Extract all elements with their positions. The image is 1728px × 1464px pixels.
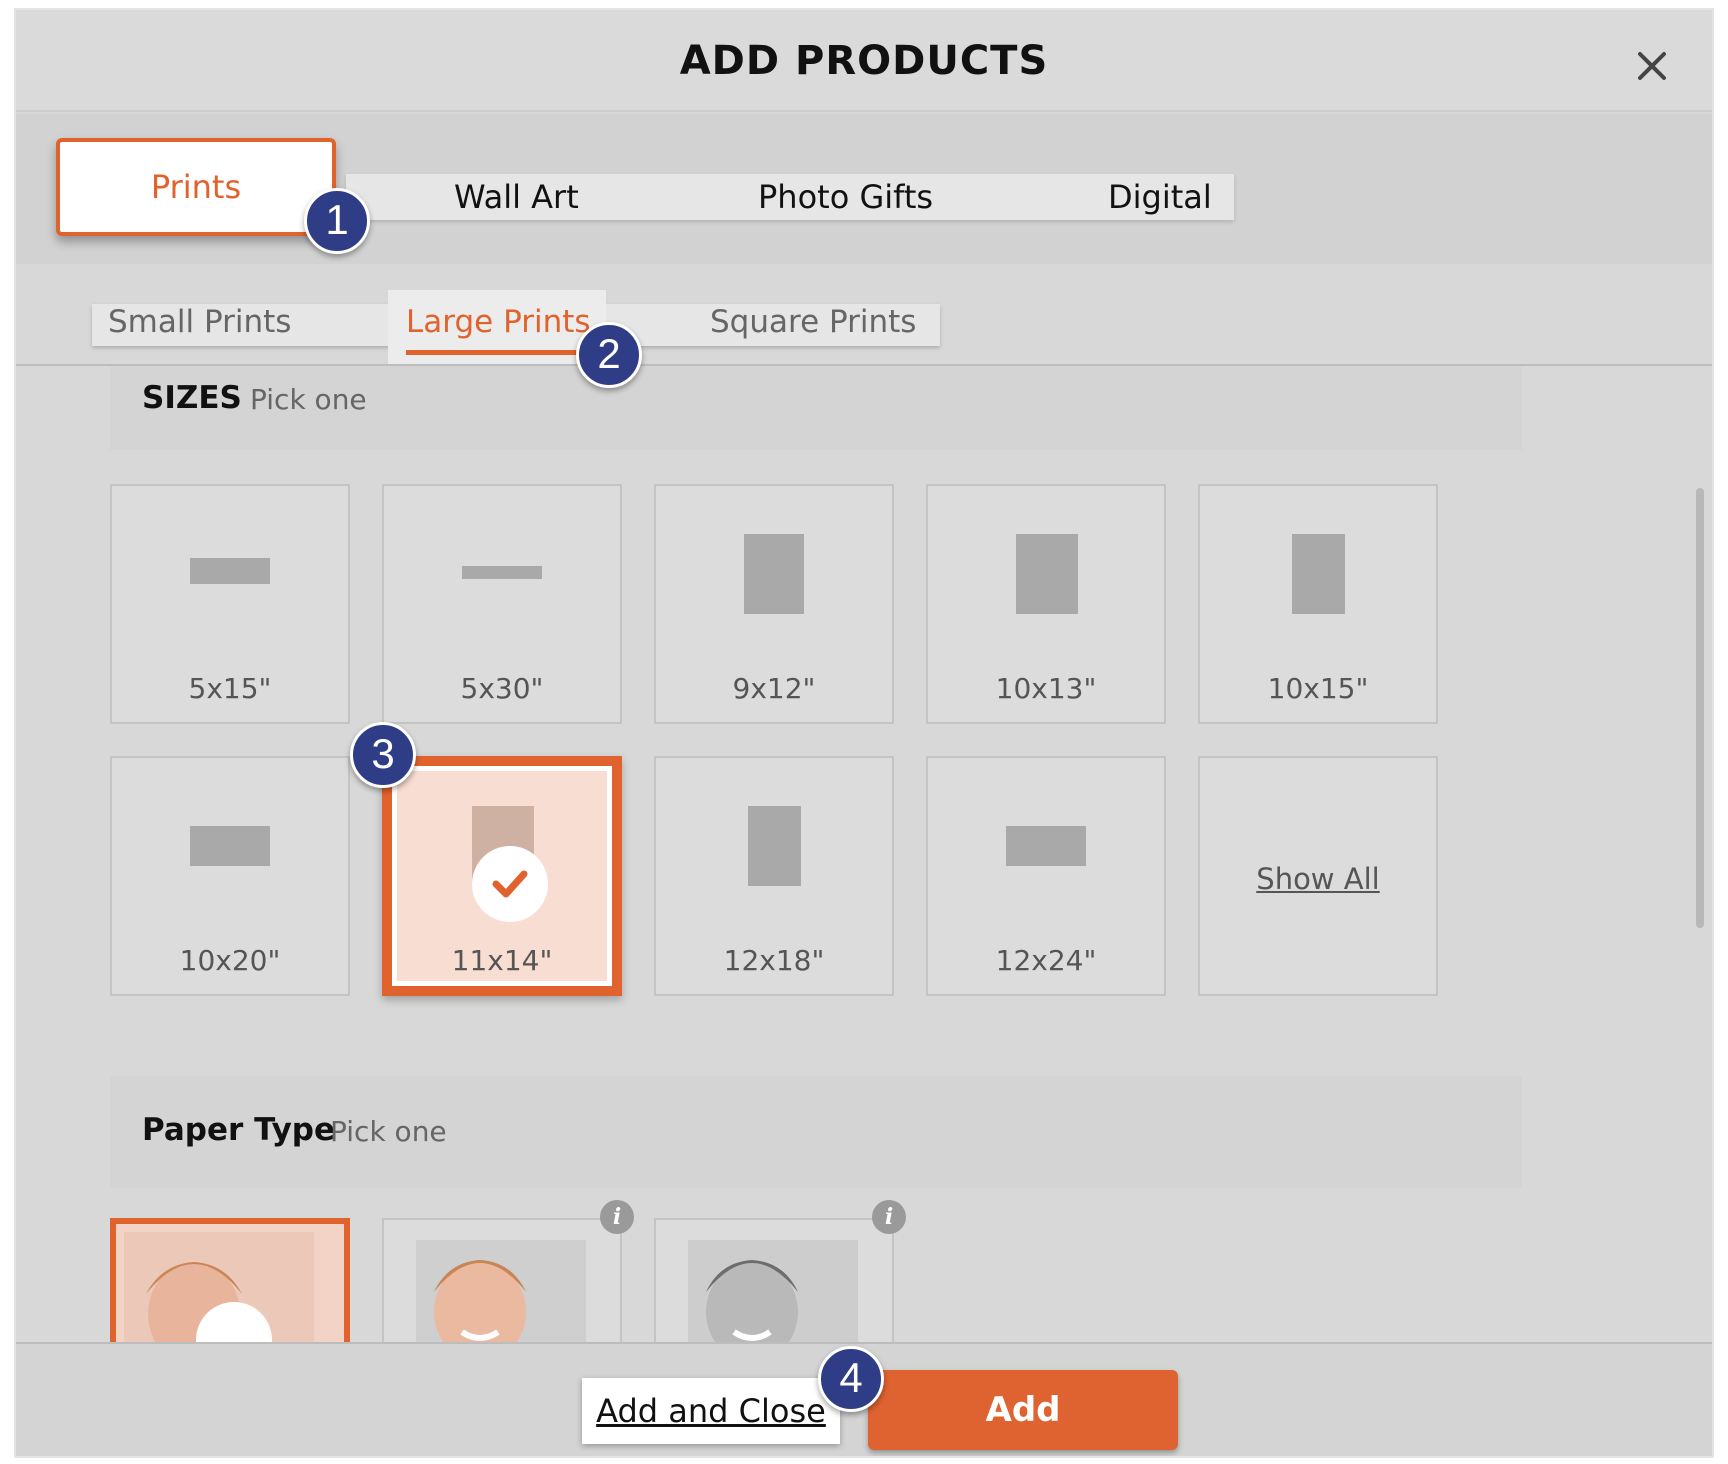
tab-prints-label: Prints xyxy=(150,168,242,206)
tab-photo-gifts[interactable]: Photo Gifts xyxy=(758,178,933,216)
size-tile-12x24[interactable]: 12x24" xyxy=(926,756,1166,996)
step-marker-1: 1 xyxy=(304,188,370,254)
size-label: 10x13" xyxy=(995,672,1097,705)
add-products-modal: ADD PRODUCTS Wall Art Photo Gifts Digita… xyxy=(14,8,1714,1458)
size-shape-portrait xyxy=(748,806,801,886)
size-label: 5x15" xyxy=(188,672,272,705)
paper-type-hint: Pick one xyxy=(330,1115,447,1148)
size-shape-landscape xyxy=(1006,826,1086,866)
size-label: 10x15" xyxy=(1267,672,1369,705)
info-icon[interactable]: i xyxy=(600,1200,634,1234)
size-shape-panorama xyxy=(462,566,542,579)
screen: ADD PRODUCTS Wall Art Photo Gifts Digita… xyxy=(0,0,1728,1464)
size-label: 10x20" xyxy=(179,944,281,977)
step-marker-3: 3 xyxy=(350,722,416,788)
size-tile-5x15[interactable]: 5x15" xyxy=(110,484,350,724)
size-shape-portrait xyxy=(1016,534,1078,614)
paper-sample-photo xyxy=(416,1240,586,1346)
size-label: 12x18" xyxy=(723,944,825,977)
show-all-link[interactable]: Show All xyxy=(1200,862,1436,896)
tab-digital[interactable]: Digital xyxy=(1108,178,1212,216)
active-tab-underline xyxy=(406,350,588,355)
paper-option-black-white[interactable] xyxy=(654,1218,894,1348)
size-tile-10x20[interactable]: 10x20" xyxy=(110,756,350,996)
tab-prints[interactable]: Prints xyxy=(56,138,336,236)
paper-type-title: Paper Type xyxy=(142,1112,335,1148)
close-icon[interactable] xyxy=(1632,46,1672,86)
paper-option-color[interactable] xyxy=(382,1218,622,1348)
tab-square-prints[interactable]: Square Prints xyxy=(710,304,916,340)
selected-check-badge xyxy=(472,846,548,922)
sizes-hint: Pick one xyxy=(250,383,367,416)
size-label: 11x14" xyxy=(451,944,553,977)
modal-title: ADD PRODUCTS xyxy=(679,38,1049,84)
modal-header: ADD PRODUCTS xyxy=(16,10,1712,112)
size-label: 5x30" xyxy=(460,672,544,705)
tab-small-prints[interactable]: Small Prints xyxy=(108,304,291,340)
size-label: 12x24" xyxy=(995,944,1097,977)
size-shape-landscape xyxy=(190,558,270,584)
checkmark-icon xyxy=(492,870,528,898)
info-icon[interactable]: i xyxy=(872,1200,906,1234)
paper-sample-photo xyxy=(124,1232,314,1342)
add-and-close-button[interactable]: Add and Close xyxy=(582,1378,840,1444)
paper-sample-photo xyxy=(688,1240,858,1346)
size-tile-9x12[interactable]: 9x12" xyxy=(654,484,894,724)
step-marker-4: 4 xyxy=(818,1346,884,1412)
tab-large-prints-label: Large Prints xyxy=(406,304,591,340)
tab-wall-art[interactable]: Wall Art xyxy=(454,178,579,216)
size-shape-landscape xyxy=(190,826,270,866)
size-label: 9x12" xyxy=(732,672,816,705)
size-shape-portrait xyxy=(744,534,804,614)
sizes-title: SIZES xyxy=(142,380,242,416)
size-tile-12x18[interactable]: 12x18" xyxy=(654,756,894,996)
paper-type-section-header: Paper Type Pick one xyxy=(110,1076,1522,1188)
size-tile-10x15[interactable]: 10x15" xyxy=(1198,484,1438,724)
size-shape-portrait xyxy=(1292,534,1345,614)
scrollbar[interactable] xyxy=(1696,488,1704,928)
size-tile-10x13[interactable]: 10x13" xyxy=(926,484,1166,724)
step-marker-2: 2 xyxy=(576,322,642,388)
size-tile-5x30[interactable]: 5x30" xyxy=(382,484,622,724)
add-button[interactable]: Add xyxy=(868,1370,1178,1450)
tab-large-prints[interactable]: Large Prints xyxy=(388,290,606,364)
size-tile-11x14-selected[interactable]: 11x14" xyxy=(382,756,622,996)
sizes-section-header: SIZES Pick one xyxy=(110,366,1522,450)
subcategory-tab-row: Small Prints Large Prints Square Prints xyxy=(16,264,1712,366)
show-all-tile[interactable]: Show All xyxy=(1198,756,1438,996)
paper-option-selected[interactable] xyxy=(110,1218,350,1348)
